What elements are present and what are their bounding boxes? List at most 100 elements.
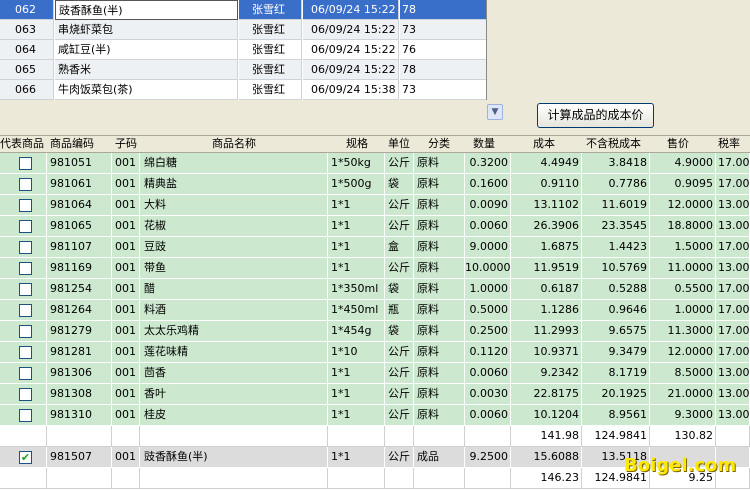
cell-sub: 001 bbox=[112, 321, 140, 342]
checkbox[interactable] bbox=[19, 157, 32, 170]
cell-price: 12.0000 bbox=[650, 342, 716, 363]
list-item[interactable]: 066 牛肉饭菜包(茶) 张雪红 06/09/24 15:38 73 bbox=[0, 80, 486, 100]
checkbox[interactable] bbox=[19, 283, 32, 296]
column-header[interactable]: 不含税成本 bbox=[582, 136, 650, 152]
checkbox[interactable] bbox=[19, 241, 32, 254]
checkbox[interactable] bbox=[19, 346, 32, 359]
checkbox[interactable] bbox=[19, 367, 32, 380]
list-cell-time: 06/09/24 15:22 bbox=[303, 0, 399, 20]
checkbox[interactable] bbox=[19, 262, 32, 275]
table-row[interactable]: 981169 001 带鱼 1*1 公斤 原料 10.0000 11.9519 10.5769 1… bbox=[0, 258, 750, 279]
table-row[interactable]: 981254 001 醋 1*350ml 袋原料 1.0000 0.6187 0.5288 0.… bbox=[0, 279, 750, 300]
cell-spec: 1*1 bbox=[328, 384, 385, 405]
column-header[interactable]: 成本 bbox=[511, 136, 582, 152]
list-item[interactable]: 062 豉香酥鱼(半) 张雪红 06/09/24 15:22 78 bbox=[0, 0, 486, 20]
cell-price: 0.5500 bbox=[650, 279, 716, 300]
column-header[interactable]: 分类 bbox=[414, 136, 465, 152]
table-row[interactable]: 981061 001 精典盐 1*500g 袋原料 0.1600 0.9110 0.7786 0… bbox=[0, 174, 750, 195]
checkbox[interactable]: ✔ bbox=[19, 451, 32, 464]
list-item[interactable]: 064 咸缸豆(半) 张雪红 06/09/24 15:22 76 bbox=[0, 40, 486, 60]
cell-cost: 1.1286 bbox=[511, 300, 582, 321]
cell-tax: 17.00 bbox=[716, 153, 750, 174]
list-cell-num: 73 bbox=[400, 20, 486, 40]
cell-qty: 0.5000 bbox=[465, 300, 511, 321]
cell-unit: 袋 bbox=[385, 321, 414, 342]
cell-code: 981308 bbox=[47, 384, 112, 405]
table-row[interactable]: 981310 001 桂皮 1*1 公斤 原料 0.0060 10.1204 8.9561 9.3… bbox=[0, 405, 750, 426]
cell-name: 桂皮 bbox=[140, 405, 328, 426]
cell-qty: 10.0000 bbox=[465, 258, 511, 279]
list-item[interactable]: 063 串烧虾菜包 张雪红 06/09/24 15:22 73 bbox=[0, 20, 486, 40]
cell-tax: 13.00 bbox=[716, 216, 750, 237]
cell-qty: 0.0060 bbox=[465, 216, 511, 237]
cell-name: 带鱼 bbox=[140, 258, 328, 279]
cell-tax: 17.00 bbox=[716, 174, 750, 195]
checkbox-cell bbox=[0, 216, 47, 237]
cell-code: 981169 bbox=[47, 258, 112, 279]
checkbox-cell bbox=[0, 300, 47, 321]
checkbox-cell: ✔ bbox=[0, 447, 47, 468]
cell-qty: 1.0000 bbox=[465, 279, 511, 300]
table-row[interactable]: 981064 001 大料 1*1 公斤 原料 0.0090 13.1102 11.6019 12… bbox=[0, 195, 750, 216]
column-header[interactable]: 规格 bbox=[328, 136, 385, 152]
checkbox[interactable] bbox=[19, 220, 32, 233]
cell-cost: 26.3906 bbox=[511, 216, 582, 237]
cell-price: 1.5000 bbox=[650, 237, 716, 258]
checkbox[interactable] bbox=[19, 325, 32, 338]
cell-qty: 0.0060 bbox=[465, 405, 511, 426]
table-row[interactable]: 981107 001 豆豉 1*1 盒原料 9.0000 1.6875 1.4423 1.500… bbox=[0, 237, 750, 258]
cell-price: 1.0000 bbox=[650, 300, 716, 321]
list-item[interactable]: 065 熟香米 张雪红 06/09/24 15:22 78 bbox=[0, 60, 486, 80]
column-header[interactable]: 数量 bbox=[465, 136, 511, 152]
cell-cost: 0.6187 bbox=[511, 279, 582, 300]
checkbox-cell bbox=[0, 195, 47, 216]
cell-code: 981051 bbox=[47, 153, 112, 174]
table-row[interactable]: 981264 001 料酒 1*450ml 瓶原料 0.5000 1.1286 0.9646 1… bbox=[0, 300, 750, 321]
cell-spec: 1*1 bbox=[328, 237, 385, 258]
cell-sub: 001 bbox=[112, 216, 140, 237]
cell-cost_ex: 20.1925 bbox=[582, 384, 650, 405]
column-header[interactable]: 子码 bbox=[112, 136, 140, 152]
cell-name: 花椒 bbox=[140, 216, 328, 237]
table-row[interactable]: 981065 001 花椒 1*1 公斤 原料 0.0060 26.3906 23.3545 18… bbox=[0, 216, 750, 237]
cell-cost: 22.8175 bbox=[511, 384, 582, 405]
checkbox[interactable] bbox=[19, 199, 32, 212]
column-header[interactable]: 商品编码 bbox=[47, 136, 112, 152]
checkbox[interactable] bbox=[19, 388, 32, 401]
cell-spec: 1*350ml bbox=[328, 279, 385, 300]
column-header[interactable]: 代表商品 bbox=[0, 136, 47, 152]
cell-cost: 141.98 bbox=[511, 426, 582, 447]
cell-tax: 13.00 bbox=[716, 195, 750, 216]
cell-sub: 001 bbox=[112, 384, 140, 405]
table-row[interactable]: 981279 001 太太乐鸡精 1*454g 袋原料 0.2500 11.2993 9.65… bbox=[0, 321, 750, 342]
table-row[interactable]: 981306 001 茴香 1*1 公斤 原料 0.0060 9.2342 8.1719 8.50… bbox=[0, 363, 750, 384]
calculate-cost-button[interactable]: 计算成品的成本价 bbox=[537, 103, 654, 128]
checkbox-cell bbox=[0, 405, 47, 426]
checkbox[interactable] bbox=[19, 409, 32, 422]
checkbox-cell bbox=[0, 384, 47, 405]
cell-cost: 9.2342 bbox=[511, 363, 582, 384]
cell-spec: 1*454g bbox=[328, 321, 385, 342]
table-row[interactable]: 981308 001 香叶 1*1 公斤 原料 0.0030 22.8175 20.1925 21… bbox=[0, 384, 750, 405]
cell-qty: 9.2500 bbox=[465, 447, 511, 468]
cell-name: 茴香 bbox=[140, 363, 328, 384]
column-header[interactable]: 税率 bbox=[716, 136, 750, 152]
cell-cat: 原料 bbox=[414, 258, 465, 279]
list-cell-num: 73 bbox=[400, 80, 486, 100]
checkbox-cell bbox=[0, 342, 47, 363]
column-header[interactable]: 售价 bbox=[650, 136, 716, 152]
checkbox[interactable] bbox=[19, 304, 32, 317]
column-header[interactable]: 商品名称 bbox=[140, 136, 328, 152]
table-row[interactable]: 981281 001 莲花味精 1*10 公斤 原料 0.1120 10.9371 9.3479… bbox=[0, 342, 750, 363]
list-cell-user: 张雪红 bbox=[239, 0, 302, 20]
chevron-down-icon[interactable]: ▼ bbox=[487, 104, 503, 120]
cell-code: 981107 bbox=[47, 237, 112, 258]
cell-unit: 瓶 bbox=[385, 300, 414, 321]
cell-sub: 001 bbox=[112, 279, 140, 300]
cell-cost_ex: 1.4423 bbox=[582, 237, 650, 258]
table-row[interactable]: 981051 001 绵白糖 1*50kg 公斤 原料 0.3200 4.4949 3.8418… bbox=[0, 153, 750, 174]
cell-sub: 001 bbox=[112, 300, 140, 321]
list-cell-user: 张雪红 bbox=[239, 60, 302, 80]
checkbox[interactable] bbox=[19, 178, 32, 191]
column-header[interactable]: 单位 bbox=[385, 136, 414, 152]
